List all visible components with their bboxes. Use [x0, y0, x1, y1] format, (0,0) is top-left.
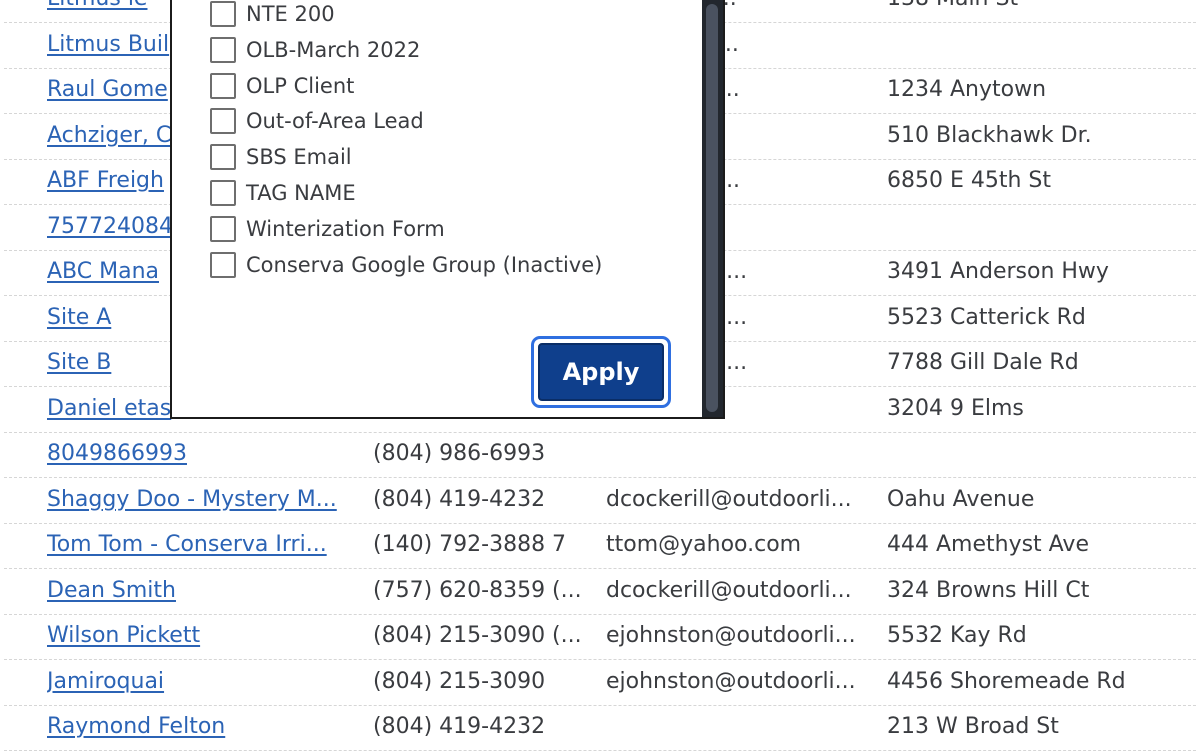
- contact-email: dcockerill@outdoorli...: [606, 486, 852, 512]
- tag-checkbox[interactable]: [210, 251, 236, 278]
- tag-label: OLP Client: [246, 73, 355, 98]
- contact-email: dcockerill@outdoorli...: [606, 577, 852, 603]
- contact-phone: (140) 792-3888 7: [373, 532, 567, 557]
- contact-address: 5523 Catterick Rd: [887, 304, 1086, 330]
- tag-checkbox[interactable]: [210, 180, 236, 206]
- contact-address: 3491 Anderson Hwy: [887, 259, 1109, 284]
- tag-label: OLB-March 2022: [246, 37, 421, 62]
- contact-email: ejohnston@outdoorli...: [606, 623, 856, 648]
- contact-address: 6850 E 45th St: [887, 168, 1052, 193]
- tag-label: Out-of-Area Lead: [246, 109, 424, 134]
- contact-address: 324 Browns Hill Ct: [887, 577, 1090, 603]
- tag-checkbox[interactable]: [210, 72, 236, 99]
- contact-address: 138 Main St: [887, 0, 1187, 13]
- contact-name-link[interactable]: Wilson Pickett: [47, 622, 352, 650]
- tag-label: SBS Email: [246, 145, 352, 170]
- contact-address: 1234 Anytown: [887, 77, 1047, 102]
- tag-checkbox[interactable]: [210, 108, 236, 135]
- tag-checkbox[interactable]: [210, 1, 236, 27]
- tag-label: TAG NAME: [246, 181, 356, 205]
- table-row: 8049866993 (804) 986-6993: [4, 432, 1196, 478]
- contact-phone: (804) 215-3090: [373, 668, 546, 694]
- tag-label: Conserva Google Group (Inactive): [246, 252, 603, 277]
- tag-checkbox[interactable]: [210, 215, 236, 242]
- contact-phone: (757) 620-8359 (...: [373, 577, 582, 603]
- tag-filter-popup: NTE 200 OLB-March 2022 OLP Client Out-of-Ar…: [170, 0, 725, 419]
- contact-address: 444 Amethyst Ave: [887, 532, 1089, 557]
- contact-address: 510 Blackhawk Dr.: [887, 122, 1092, 148]
- tag-label: Winterization Form: [246, 216, 445, 241]
- table-row: Wilson Pickett (804) 215-3090 (... ejohnst…: [4, 614, 1196, 660]
- tag-option[interactable]: SBS Email: [210, 142, 352, 172]
- contact-name-link[interactable]: Shaggy Doo - Mystery M...: [47, 486, 352, 514]
- contact-address: 3204 9 Elms: [887, 395, 1024, 421]
- tag-option[interactable]: Conserva Google Group (Inactive): [210, 250, 602, 280]
- table-row: Raymond Felton (804) 419-4232 213 W Broad …: [4, 705, 1196, 751]
- contact-address: 5532 Kay Rd: [887, 623, 1027, 648]
- contact-name-link[interactable]: 8049866993: [47, 440, 352, 468]
- contact-phone: (804) 986-6993: [373, 441, 546, 466]
- tag-option[interactable]: Winterization Form: [210, 214, 445, 244]
- contact-address: 7788 Gill Dale Rd: [887, 350, 1079, 375]
- tag-option[interactable]: OLB-March 2022: [210, 35, 420, 65]
- apply-button-focus-ring: Apply: [531, 336, 671, 408]
- apply-button[interactable]: Apply: [538, 343, 664, 401]
- tag-option[interactable]: OLP Client: [210, 71, 354, 101]
- tag-label: NTE 200: [246, 2, 335, 26]
- contact-address: Oahu Avenue: [887, 486, 1035, 512]
- tag-option[interactable]: NTE 200: [210, 0, 335, 29]
- scrollbar-thumb[interactable]: [706, 4, 718, 412]
- table-row: Dean Smith (757) 620-8359 (... dcockerill@…: [4, 569, 1196, 615]
- contact-name-link[interactable]: Dean Smith: [47, 577, 352, 605]
- table-row: Tom Tom - Conserva Irri... (140) 792-3888…: [4, 523, 1196, 569]
- tag-option[interactable]: Out-of-Area Lead: [210, 106, 424, 136]
- tag-checkbox[interactable]: [210, 144, 236, 171]
- contact-name-link[interactable]: Jamiroquai: [47, 668, 352, 696]
- contact-name-link[interactable]: Tom Tom - Conserva Irri...: [47, 531, 352, 559]
- table-row: Jamiroquai (804) 215-3090 ejohnston@outdoo…: [4, 660, 1196, 706]
- tag-checkbox[interactable]: [210, 36, 236, 63]
- contact-phone: (804) 419-4232: [373, 486, 546, 512]
- contact-phone: (804) 419-4232: [373, 714, 546, 739]
- contact-address: 213 W Broad St: [887, 714, 1059, 739]
- contact-phone: (804) 215-3090 (...: [373, 623, 582, 648]
- contact-email: ttom@yahoo.com: [606, 532, 802, 557]
- contact-email: ejohnston@outdoorli...: [606, 668, 856, 694]
- contact-address: 4456 Shoremeade Rd: [887, 668, 1126, 694]
- table-row: Shaggy Doo - Mystery M... (804) 419-4232 d…: [4, 478, 1196, 524]
- popup-scrollbar[interactable]: [702, 0, 723, 417]
- tag-option[interactable]: TAG NAME: [210, 178, 356, 208]
- contact-name-link[interactable]: Raymond Felton: [47, 713, 352, 741]
